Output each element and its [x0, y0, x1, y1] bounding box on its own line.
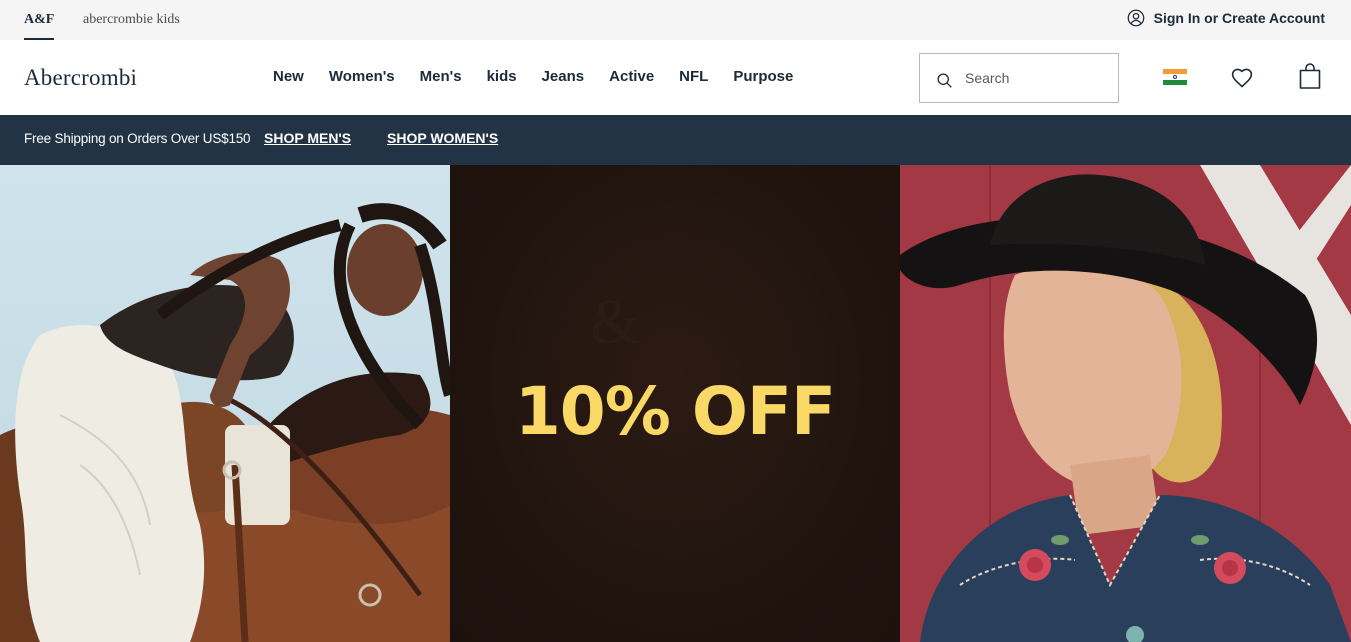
nav-item-jeans[interactable]: Jeans	[542, 68, 585, 85]
hero-offer-panel[interactable]: & 10% OFF	[450, 165, 900, 642]
hero-banner: & 10% OFF	[0, 165, 1351, 642]
nav-item-nfl[interactable]: NFL	[679, 68, 708, 85]
shopping-bag-icon[interactable]	[1298, 62, 1322, 90]
nav-item-kids[interactable]: kids	[487, 68, 517, 85]
sign-in-label: Sign In or Create Account	[1153, 10, 1325, 26]
brand-tab-af[interactable]: A&F	[24, 12, 55, 40]
offer-headline: 10% OFF	[514, 373, 836, 450]
nav-item-new[interactable]: New	[273, 68, 304, 85]
utility-bar: A&F abercrombie kids Sign In or Create A…	[0, 0, 1351, 40]
nav-item-purpose[interactable]: Purpose	[733, 68, 793, 85]
faded-brand-mark: &	[590, 286, 640, 357]
nav-item-active[interactable]: Active	[609, 68, 654, 85]
shop-mens-link[interactable]: SHOP MEN'S	[264, 130, 351, 146]
promo-banner: Free Shipping on Orders Over US$150 SHOP…	[0, 115, 1351, 165]
main-header: Abercrombi New Women's Men's kids Jeans …	[0, 40, 1351, 115]
brand-logo[interactable]: Abercrombi	[24, 65, 137, 91]
search-icon	[937, 72, 952, 88]
sign-in-link[interactable]: Sign In or Create Account	[1127, 9, 1325, 27]
search-input[interactable]	[965, 70, 1105, 86]
brand-tab-kids[interactable]: abercrombie kids	[83, 12, 180, 28]
nav-item-mens[interactable]: Men's	[420, 68, 462, 85]
hero-image-rider[interactable]	[0, 165, 450, 642]
search-box[interactable]	[919, 53, 1119, 103]
shop-womens-link[interactable]: SHOP WOMEN'S	[387, 130, 498, 146]
heart-icon[interactable]	[1230, 66, 1254, 90]
rider-illustration	[0, 203, 450, 642]
india-flag-icon[interactable]	[1163, 69, 1187, 85]
main-nav: New Women's Men's kids Jeans Active NFL …	[273, 68, 793, 85]
cowboy-hat-illustration	[900, 165, 1351, 642]
free-shipping-text: Free Shipping on Orders Over US$150	[24, 131, 251, 146]
nav-item-womens[interactable]: Women's	[329, 68, 395, 85]
hero-image-cowboy-hat[interactable]	[900, 165, 1351, 642]
account-icon	[1127, 9, 1144, 27]
